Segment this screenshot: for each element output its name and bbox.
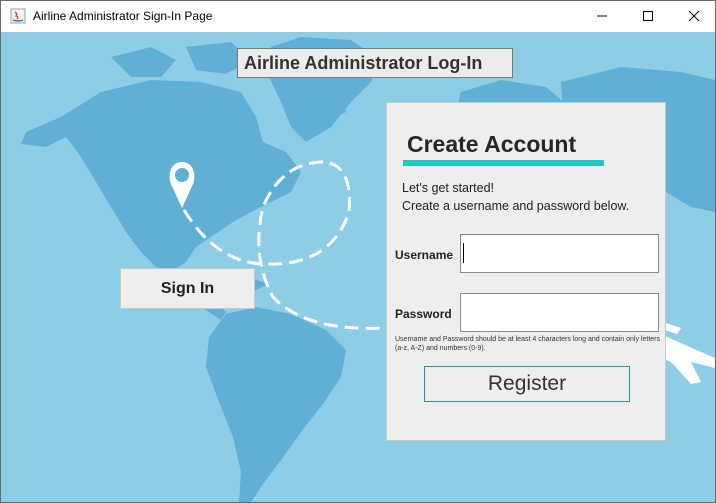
- text-caret: [463, 243, 464, 263]
- title-bar[interactable]: Airline Administrator Sign-In Page: [1, 1, 715, 31]
- maximize-button[interactable]: [625, 1, 671, 31]
- username-field[interactable]: [460, 234, 659, 273]
- window-title: Airline Administrator Sign-In Page: [33, 9, 213, 23]
- password-field[interactable]: [460, 293, 659, 332]
- username-label: Username: [395, 248, 454, 262]
- sign-in-button[interactable]: Sign In: [120, 268, 255, 309]
- password-label: Password: [395, 307, 452, 321]
- panel-title: Create Account: [407, 131, 577, 157]
- register-button[interactable]: Register: [424, 366, 630, 402]
- close-icon: [688, 10, 700, 22]
- credentials-hint: Username and Password should be at least…: [395, 336, 660, 352]
- page-header: Airline Administrator Log-In: [237, 48, 513, 78]
- intro-text-line-1: Let's get started!: [402, 181, 495, 195]
- minimize-icon: [597, 15, 607, 17]
- title-underline: [403, 160, 604, 166]
- close-button[interactable]: [671, 1, 715, 31]
- create-account-panel: Create Account Let's get started! Create…: [386, 102, 666, 441]
- app-window: Airline Administrator Sign-In Page Airli…: [0, 0, 716, 503]
- minimize-button[interactable]: [579, 1, 625, 31]
- java-app-icon: [10, 8, 26, 24]
- content-area: Airline Administrator Log-In Sign In Cre…: [1, 32, 715, 502]
- intro-text-line-2: Create a username and password below.: [402, 199, 630, 213]
- maximize-icon: [643, 11, 653, 21]
